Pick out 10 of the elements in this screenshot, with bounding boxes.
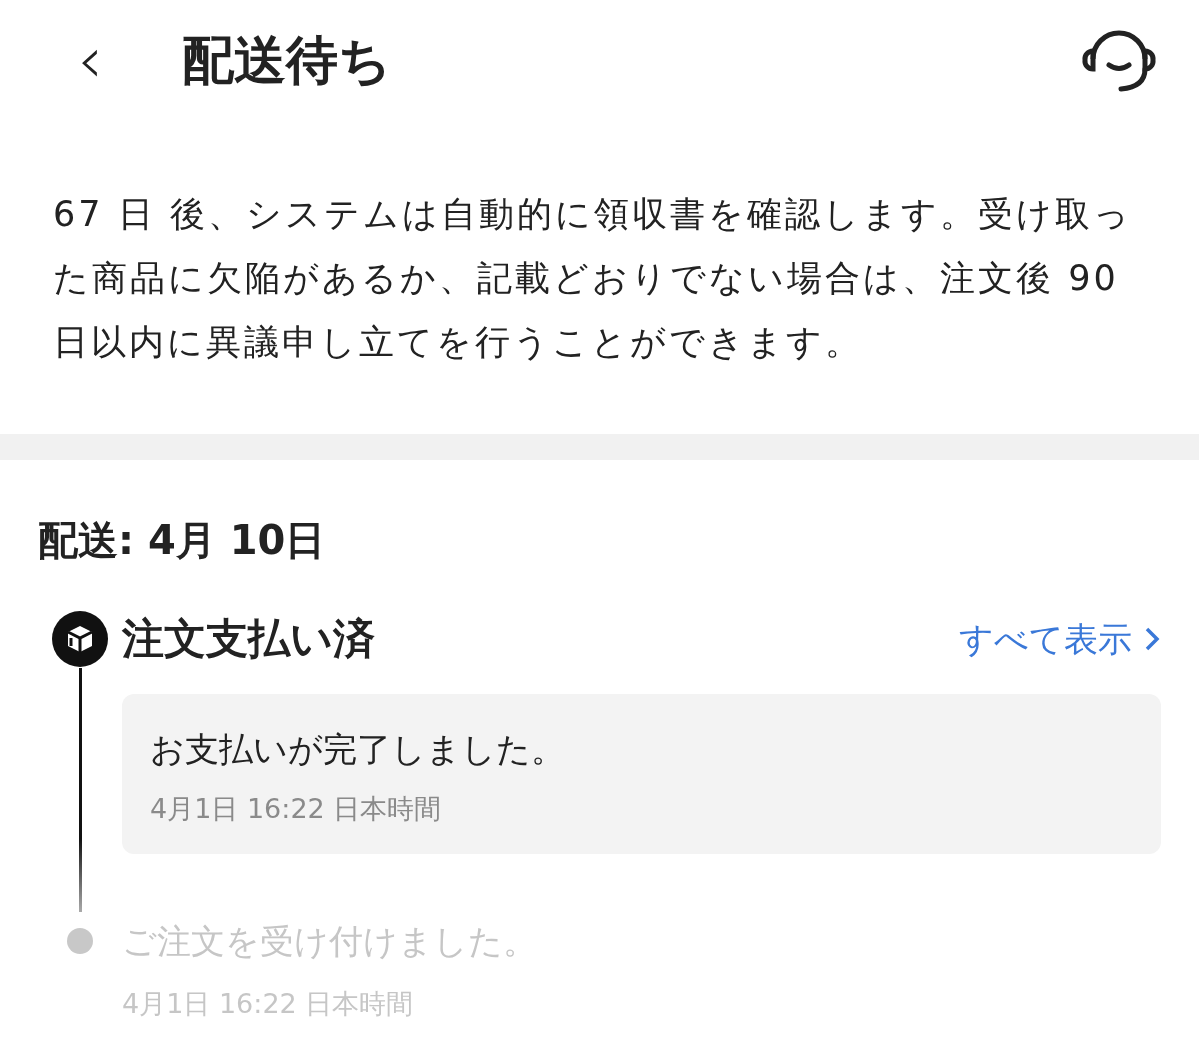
view-all-link[interactable]: すべて表示 bbox=[959, 613, 1161, 665]
back-button[interactable]: ‹ bbox=[60, 28, 120, 92]
status-title: 注文支払い済 bbox=[122, 613, 375, 665]
delivery-date: 配送: 4月 10日 bbox=[37, 516, 327, 565]
event-text: お支払いが完了しました。 bbox=[150, 728, 566, 771]
page-title: 配送待ち bbox=[182, 29, 391, 92]
status-title: ご注文を受け付けました。 bbox=[122, 919, 537, 963]
event-time: 4月1日 16:22 日本時間 bbox=[122, 986, 415, 1021]
event-time: 4月1日 16:22 日本時間 bbox=[150, 792, 443, 826]
notice-text: 67 日 後、システムは自動的に領収書を確認します。受け取った商品に欠陥があるか、記載どおりでない場合は、注文後 90 日以内に異議申し立てを行うことができます。 bbox=[52, 193, 1133, 364]
